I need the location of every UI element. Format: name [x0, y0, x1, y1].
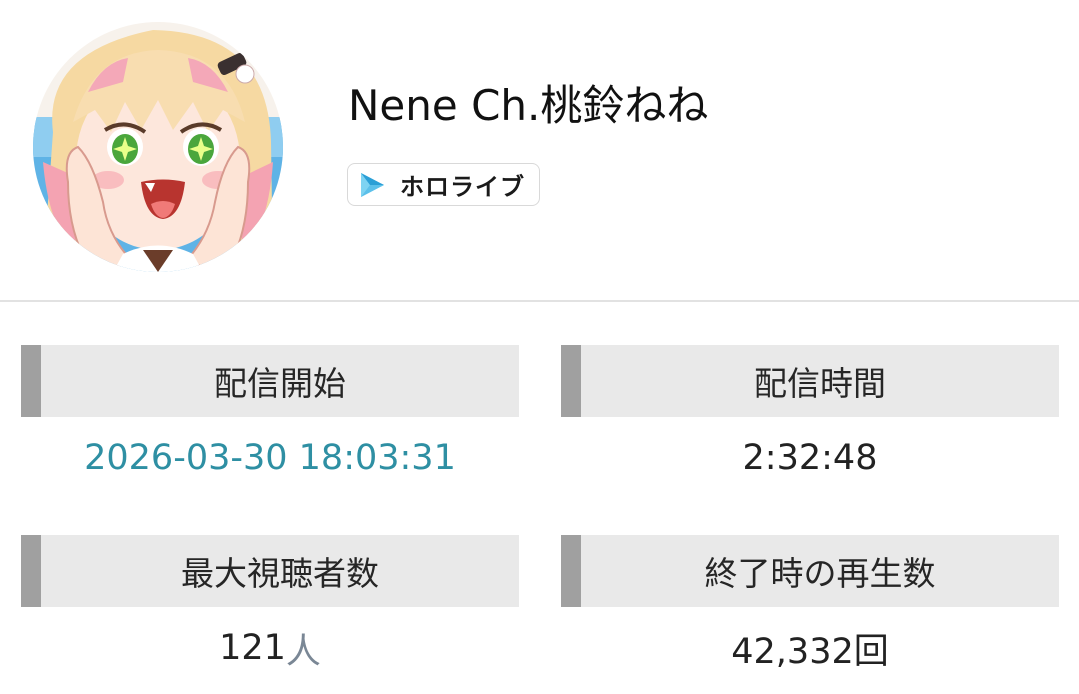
channel-avatar[interactable] [33, 22, 283, 272]
stream-duration-value-cell: 2:32:48 [561, 430, 1059, 486]
organization-label: ホロライブ [400, 173, 525, 201]
channel-header: Nene Ch.桃鈴ねね ホロライブ [0, 0, 1079, 300]
max-viewers-header: 最大視聴者数 [21, 535, 519, 607]
stream-duration-value: 2:32:48 [742, 438, 878, 478]
stream-start-link[interactable]: 2026-03-30 18:03:31 [84, 438, 456, 478]
final-views-value: 42,332回 [731, 631, 889, 672]
max-viewers-label: 最大視聴者数 [181, 554, 379, 593]
organization-badge[interactable]: ホロライブ [347, 163, 540, 206]
stream-start-label: 配信開始 [214, 364, 346, 403]
max-viewers-value-cell: 121 人 [21, 620, 519, 676]
max-viewers-unit: 人 [285, 631, 321, 672]
avatar-illustration [33, 22, 283, 272]
stream-start-value-cell: 2026-03-30 18:03:31 [21, 430, 519, 486]
hololive-triangle-icon [358, 171, 386, 199]
stream-start-header: 配信開始 [21, 345, 519, 417]
channel-name[interactable]: Nene Ch.桃鈴ねね [348, 78, 708, 134]
max-viewers-value: 121 [219, 628, 286, 668]
final-views-value-cell: 42,332回 [561, 620, 1059, 676]
final-views-label: 終了時の再生数 [704, 554, 936, 593]
section-divider [0, 300, 1079, 302]
stream-duration-header: 配信時間 [561, 345, 1059, 417]
final-views-header: 終了時の再生数 [561, 535, 1059, 607]
stream-duration-label: 配信時間 [754, 364, 886, 403]
